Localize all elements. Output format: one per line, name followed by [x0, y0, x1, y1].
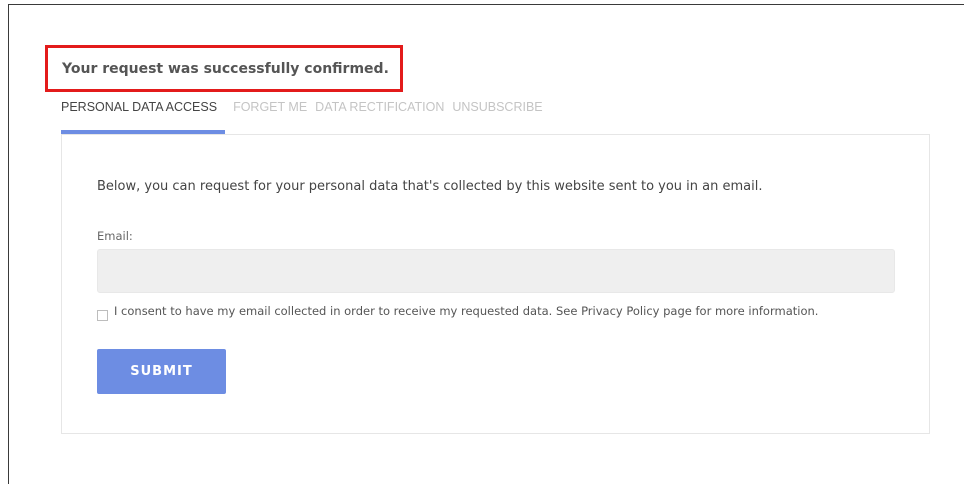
success-message-text: Your request was successfully confirmed.: [62, 60, 389, 77]
tab-bar: PERSONAL DATA ACCESS FORGET ME DATA RECT…: [61, 92, 551, 134]
email-label: Email:: [97, 229, 133, 243]
tab-forget-me[interactable]: FORGET ME: [233, 92, 307, 126]
tab-panel: Below, you can request for your personal…: [61, 134, 930, 434]
tab-data-rectification[interactable]: DATA RECTIFICATION: [315, 92, 444, 126]
consent-row: I consent to have my email collected in …: [97, 305, 887, 321]
tab-personal-data-access[interactable]: PERSONAL DATA ACCESS: [61, 92, 226, 134]
success-notification: Your request was successfully confirmed.: [45, 45, 403, 92]
submit-button[interactable]: SUBMIT: [97, 349, 226, 394]
consent-checkbox[interactable]: [97, 310, 108, 321]
tab-unsubscribe[interactable]: UNSUBSCRIBE: [452, 92, 542, 126]
panel-description: Below, you can request for your personal…: [97, 179, 763, 194]
consent-label: I consent to have my email collected in …: [114, 304, 819, 318]
email-field[interactable]: [97, 249, 895, 293]
